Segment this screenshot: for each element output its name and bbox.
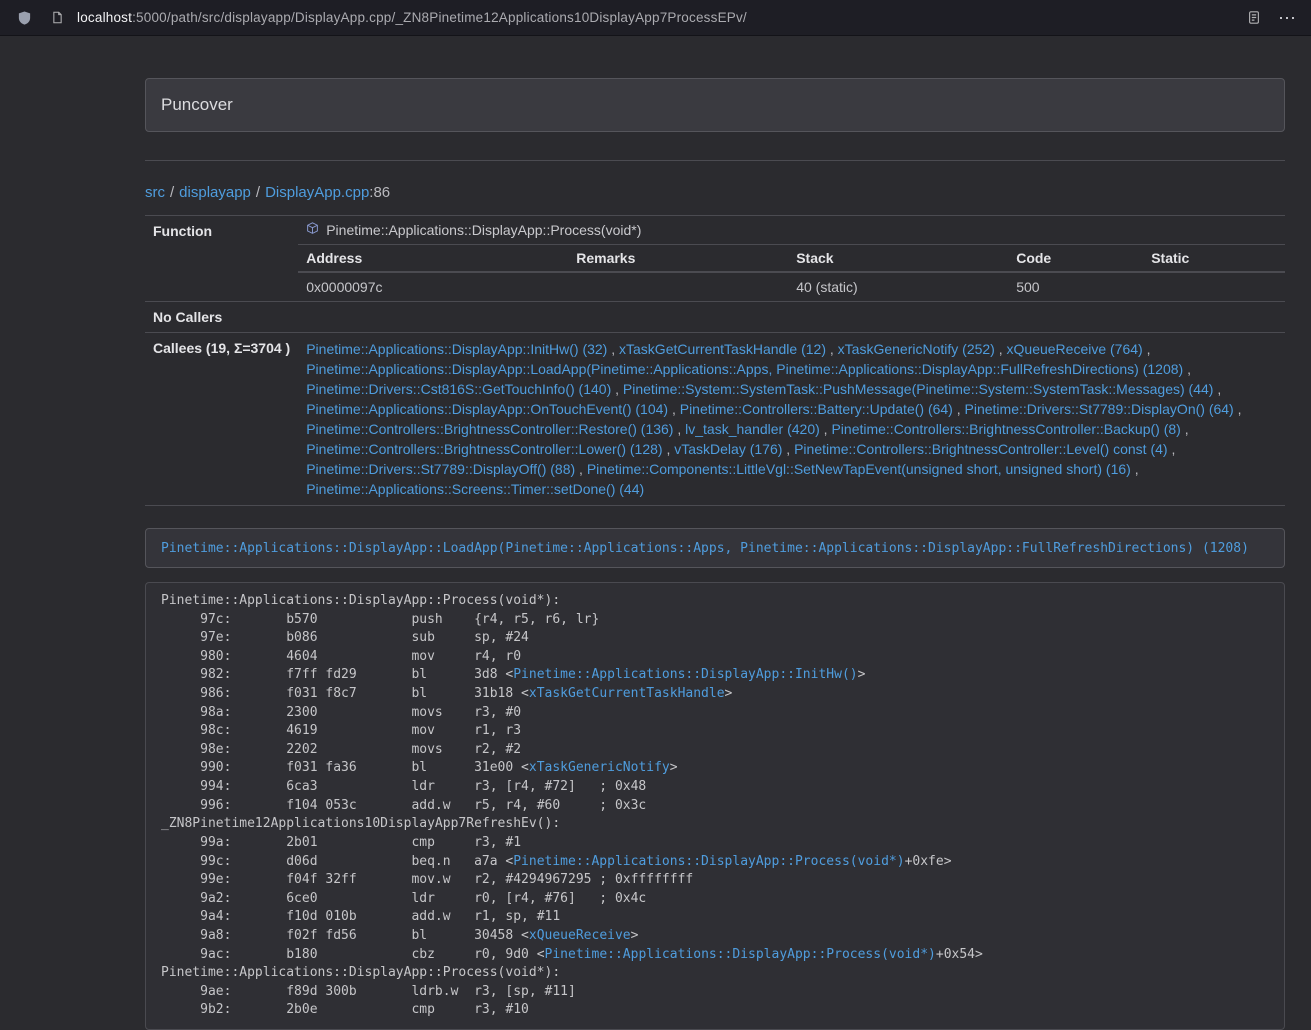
code-symbol-link[interactable]: xTaskGetCurrentTaskHandle bbox=[529, 686, 725, 701]
code-symbol-link[interactable]: xQueueReceive bbox=[529, 928, 631, 943]
url-host: localhost bbox=[77, 10, 132, 25]
callee-link[interactable]: Pinetime::Drivers::St7789::DisplayOff() … bbox=[306, 461, 575, 477]
column-header-address: Address bbox=[298, 245, 568, 273]
breadcrumb-separator: / bbox=[256, 184, 260, 201]
callee-link[interactable]: Pinetime::Applications::Screens::Timer::… bbox=[306, 481, 644, 497]
reader-mode-icon[interactable] bbox=[1244, 8, 1264, 28]
callee-link[interactable]: Pinetime::Applications::DisplayApp::OnTo… bbox=[306, 401, 668, 417]
url-bar[interactable]: localhost:5000/path/src/displayapp/Displ… bbox=[47, 4, 1231, 32]
function-name: Pinetime::Applications::DisplayApp::Proc… bbox=[326, 222, 641, 238]
function-cell: Pinetime::Applications::DisplayApp::Proc… bbox=[298, 216, 1285, 302]
breadcrumb-link-displayapp[interactable]: displayapp bbox=[179, 184, 251, 201]
url-text: localhost:5000/path/src/displayapp/Displ… bbox=[77, 10, 747, 25]
cube-icon bbox=[306, 222, 319, 238]
table-header-row: Address Remarks Stack Code Static bbox=[298, 245, 1285, 273]
callee-link[interactable]: Pinetime::System::SystemTask::PushMessag… bbox=[623, 381, 1214, 397]
breadcrumb-link-file[interactable]: DisplayApp.cpp bbox=[265, 184, 369, 201]
function-detail-table: Address Remarks Stack Code Static 0x0000… bbox=[298, 244, 1285, 301]
callers-cell bbox=[298, 302, 1285, 333]
column-header-remarks: Remarks bbox=[568, 245, 788, 273]
disassembly-code: Pinetime::Applications::DisplayApp::Proc… bbox=[161, 593, 983, 1017]
address-cell: 0x0000097c bbox=[298, 272, 568, 301]
callee-link[interactable]: Pinetime::Drivers::St7789::DisplayOn() (… bbox=[965, 401, 1234, 417]
code-cell: 500 bbox=[1008, 272, 1143, 301]
column-header-code: Code bbox=[1008, 245, 1143, 273]
page-icon bbox=[47, 8, 67, 28]
highlighted-callee-link[interactable]: Pinetime::Applications::DisplayApp::Load… bbox=[161, 541, 1249, 556]
code-symbol-link[interactable]: Pinetime::Applications::DisplayApp::Init… bbox=[513, 667, 857, 682]
callee-link[interactable]: Pinetime::Controllers::BrightnessControl… bbox=[306, 441, 662, 457]
function-table: Function Pinetime::Applications::Display… bbox=[145, 215, 1285, 506]
disassembly-block: Pinetime::Applications::DisplayApp::Proc… bbox=[145, 582, 1285, 1030]
code-symbol-link[interactable]: Pinetime::Applications::DisplayApp::Proc… bbox=[545, 947, 936, 962]
page-content: Puncover src / displayapp / DisplayApp.cpp:8… bbox=[145, 36, 1285, 1030]
browser-toolbar: localhost:5000/path/src/displayapp/Displ… bbox=[0, 0, 1311, 36]
callee-link[interactable]: Pinetime::Controllers::BrightnessControl… bbox=[306, 421, 673, 437]
divider bbox=[145, 160, 1285, 161]
function-label: Function bbox=[145, 216, 298, 302]
table-row: Function Pinetime::Applications::Display… bbox=[145, 216, 1285, 302]
app-header-panel: Puncover bbox=[145, 78, 1285, 132]
table-row: Callees (19, Σ=3704 ) Pinetime::Applicat… bbox=[145, 333, 1285, 506]
remarks-cell bbox=[568, 272, 788, 301]
callees-list: Pinetime::Applications::DisplayApp::Init… bbox=[306, 339, 1277, 499]
callee-link[interactable]: Pinetime::Controllers::BrightnessControl… bbox=[831, 421, 1180, 437]
callee-link[interactable]: xTaskGenericNotify (252) bbox=[838, 341, 995, 357]
breadcrumb: src / displayapp / DisplayApp.cpp:86 bbox=[145, 185, 1285, 201]
callees-label: Callees (19, Σ=3704 ) bbox=[145, 333, 298, 506]
table-row: 0x0000097c 40 (static) 500 bbox=[298, 272, 1285, 301]
callee-link[interactable]: Pinetime::Applications::DisplayApp::Load… bbox=[306, 361, 1183, 377]
page-title: Puncover bbox=[161, 93, 1269, 117]
static-cell bbox=[1143, 272, 1285, 301]
shield-icon[interactable] bbox=[14, 8, 34, 28]
callee-link[interactable]: Pinetime::Applications::DisplayApp::Init… bbox=[306, 341, 607, 357]
breadcrumb-link-src[interactable]: src bbox=[145, 184, 165, 201]
code-symbol-link[interactable]: xTaskGenericNotify bbox=[529, 760, 670, 775]
highlighted-callee-box: Pinetime::Applications::DisplayApp::Load… bbox=[145, 528, 1285, 568]
code-symbol-link[interactable]: Pinetime::Applications::DisplayApp::Proc… bbox=[513, 854, 904, 869]
callee-link[interactable]: vTaskDelay (176) bbox=[674, 441, 782, 457]
callee-link[interactable]: lv_task_handler (420) bbox=[685, 421, 820, 437]
callee-link[interactable]: xTaskGetCurrentTaskHandle (12) bbox=[619, 341, 826, 357]
callee-link[interactable]: Pinetime::Controllers::Battery::Update()… bbox=[680, 401, 953, 417]
function-name-row: Pinetime::Applications::DisplayApp::Proc… bbox=[298, 216, 1285, 244]
url-path: :5000/path/src/displayapp/DisplayApp.cpp… bbox=[132, 10, 747, 25]
column-header-static: Static bbox=[1143, 245, 1285, 273]
callee-link[interactable]: Pinetime::Drivers::Cst816S::GetTouchInfo… bbox=[306, 381, 611, 397]
callee-link[interactable]: Pinetime::Controllers::BrightnessControl… bbox=[794, 441, 1167, 457]
callee-link[interactable]: Pinetime::Components::LittleVgl::SetNewT… bbox=[587, 461, 1131, 477]
callee-link[interactable]: xQueueReceive (764) bbox=[1007, 341, 1143, 357]
callees-cell: Pinetime::Applications::DisplayApp::Init… bbox=[298, 333, 1285, 506]
breadcrumb-separator: / bbox=[170, 184, 174, 201]
table-row: No Callers bbox=[145, 302, 1285, 333]
menu-dots-icon[interactable]: ⋯ bbox=[1277, 8, 1297, 28]
no-callers-label: No Callers bbox=[145, 302, 298, 333]
breadcrumb-line-number: :86 bbox=[369, 184, 390, 201]
stack-cell: 40 (static) bbox=[788, 272, 1008, 301]
column-header-stack: Stack bbox=[788, 245, 1008, 273]
